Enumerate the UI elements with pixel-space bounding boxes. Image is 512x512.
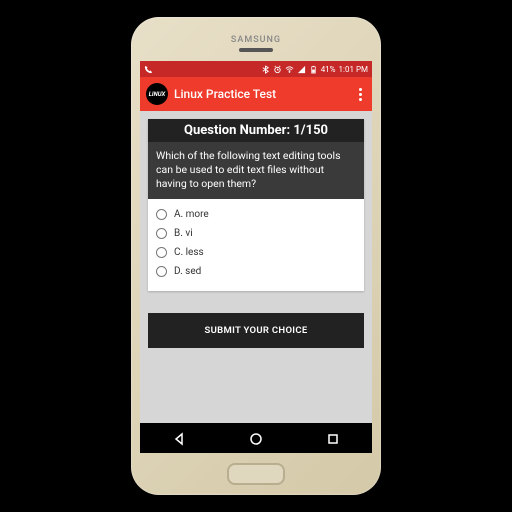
status-bar: 41% 1:01 PM: [140, 61, 372, 77]
app-logo: LINUX: [146, 83, 168, 105]
question-number-header: Question Number: 1/150: [148, 119, 364, 142]
battery-icon: [309, 65, 318, 74]
screen: 41% 1:01 PM LINUX Linux Practice Test Qu…: [140, 61, 372, 453]
call-icon: [144, 65, 153, 74]
option-label: A. more: [174, 209, 209, 220]
option-d[interactable]: D. sed: [154, 262, 358, 281]
content-area: Question Number: 1/150 Which of the foll…: [140, 111, 372, 423]
app-bar: LINUX Linux Practice Test: [140, 77, 372, 111]
recents-icon[interactable]: [326, 431, 340, 445]
device-brand: SAMSUNG: [231, 35, 281, 45]
android-nav-bar: [140, 423, 372, 453]
submit-button[interactable]: SUBMIT YOUR CHOICE: [148, 313, 364, 348]
clock: 1:01 PM: [339, 65, 368, 74]
option-a[interactable]: A. more: [154, 205, 358, 224]
overflow-menu-icon[interactable]: [355, 84, 366, 105]
radio-icon: [156, 266, 167, 277]
option-label: B. vi: [174, 228, 193, 239]
question-text: Which of the following text editing tool…: [148, 142, 364, 199]
app-logo-text: LINUX: [149, 91, 166, 98]
home-button[interactable]: [227, 463, 285, 485]
option-b[interactable]: B. vi: [154, 224, 358, 243]
radio-icon: [156, 228, 167, 239]
back-icon[interactable]: [172, 431, 186, 445]
alarm-icon: [273, 65, 282, 74]
options-list: A. more B. vi C. less D. sed: [148, 199, 364, 291]
earpiece-slot: [239, 48, 273, 52]
signal-icon: [297, 65, 306, 74]
app-title: Linux Practice Test: [174, 87, 349, 101]
option-label: D. sed: [174, 266, 201, 277]
radio-icon: [156, 209, 167, 220]
home-icon[interactable]: [249, 431, 263, 445]
radio-icon: [156, 247, 167, 258]
option-label: C. less: [174, 247, 204, 258]
battery-percent: 41%: [321, 65, 336, 74]
wifi-icon: [285, 65, 294, 74]
phone-frame: SAMSUNG 41% 1:: [131, 17, 381, 495]
bluetooth-icon: [261, 65, 270, 74]
option-c[interactable]: C. less: [154, 243, 358, 262]
question-card: Question Number: 1/150 Which of the foll…: [148, 119, 364, 291]
